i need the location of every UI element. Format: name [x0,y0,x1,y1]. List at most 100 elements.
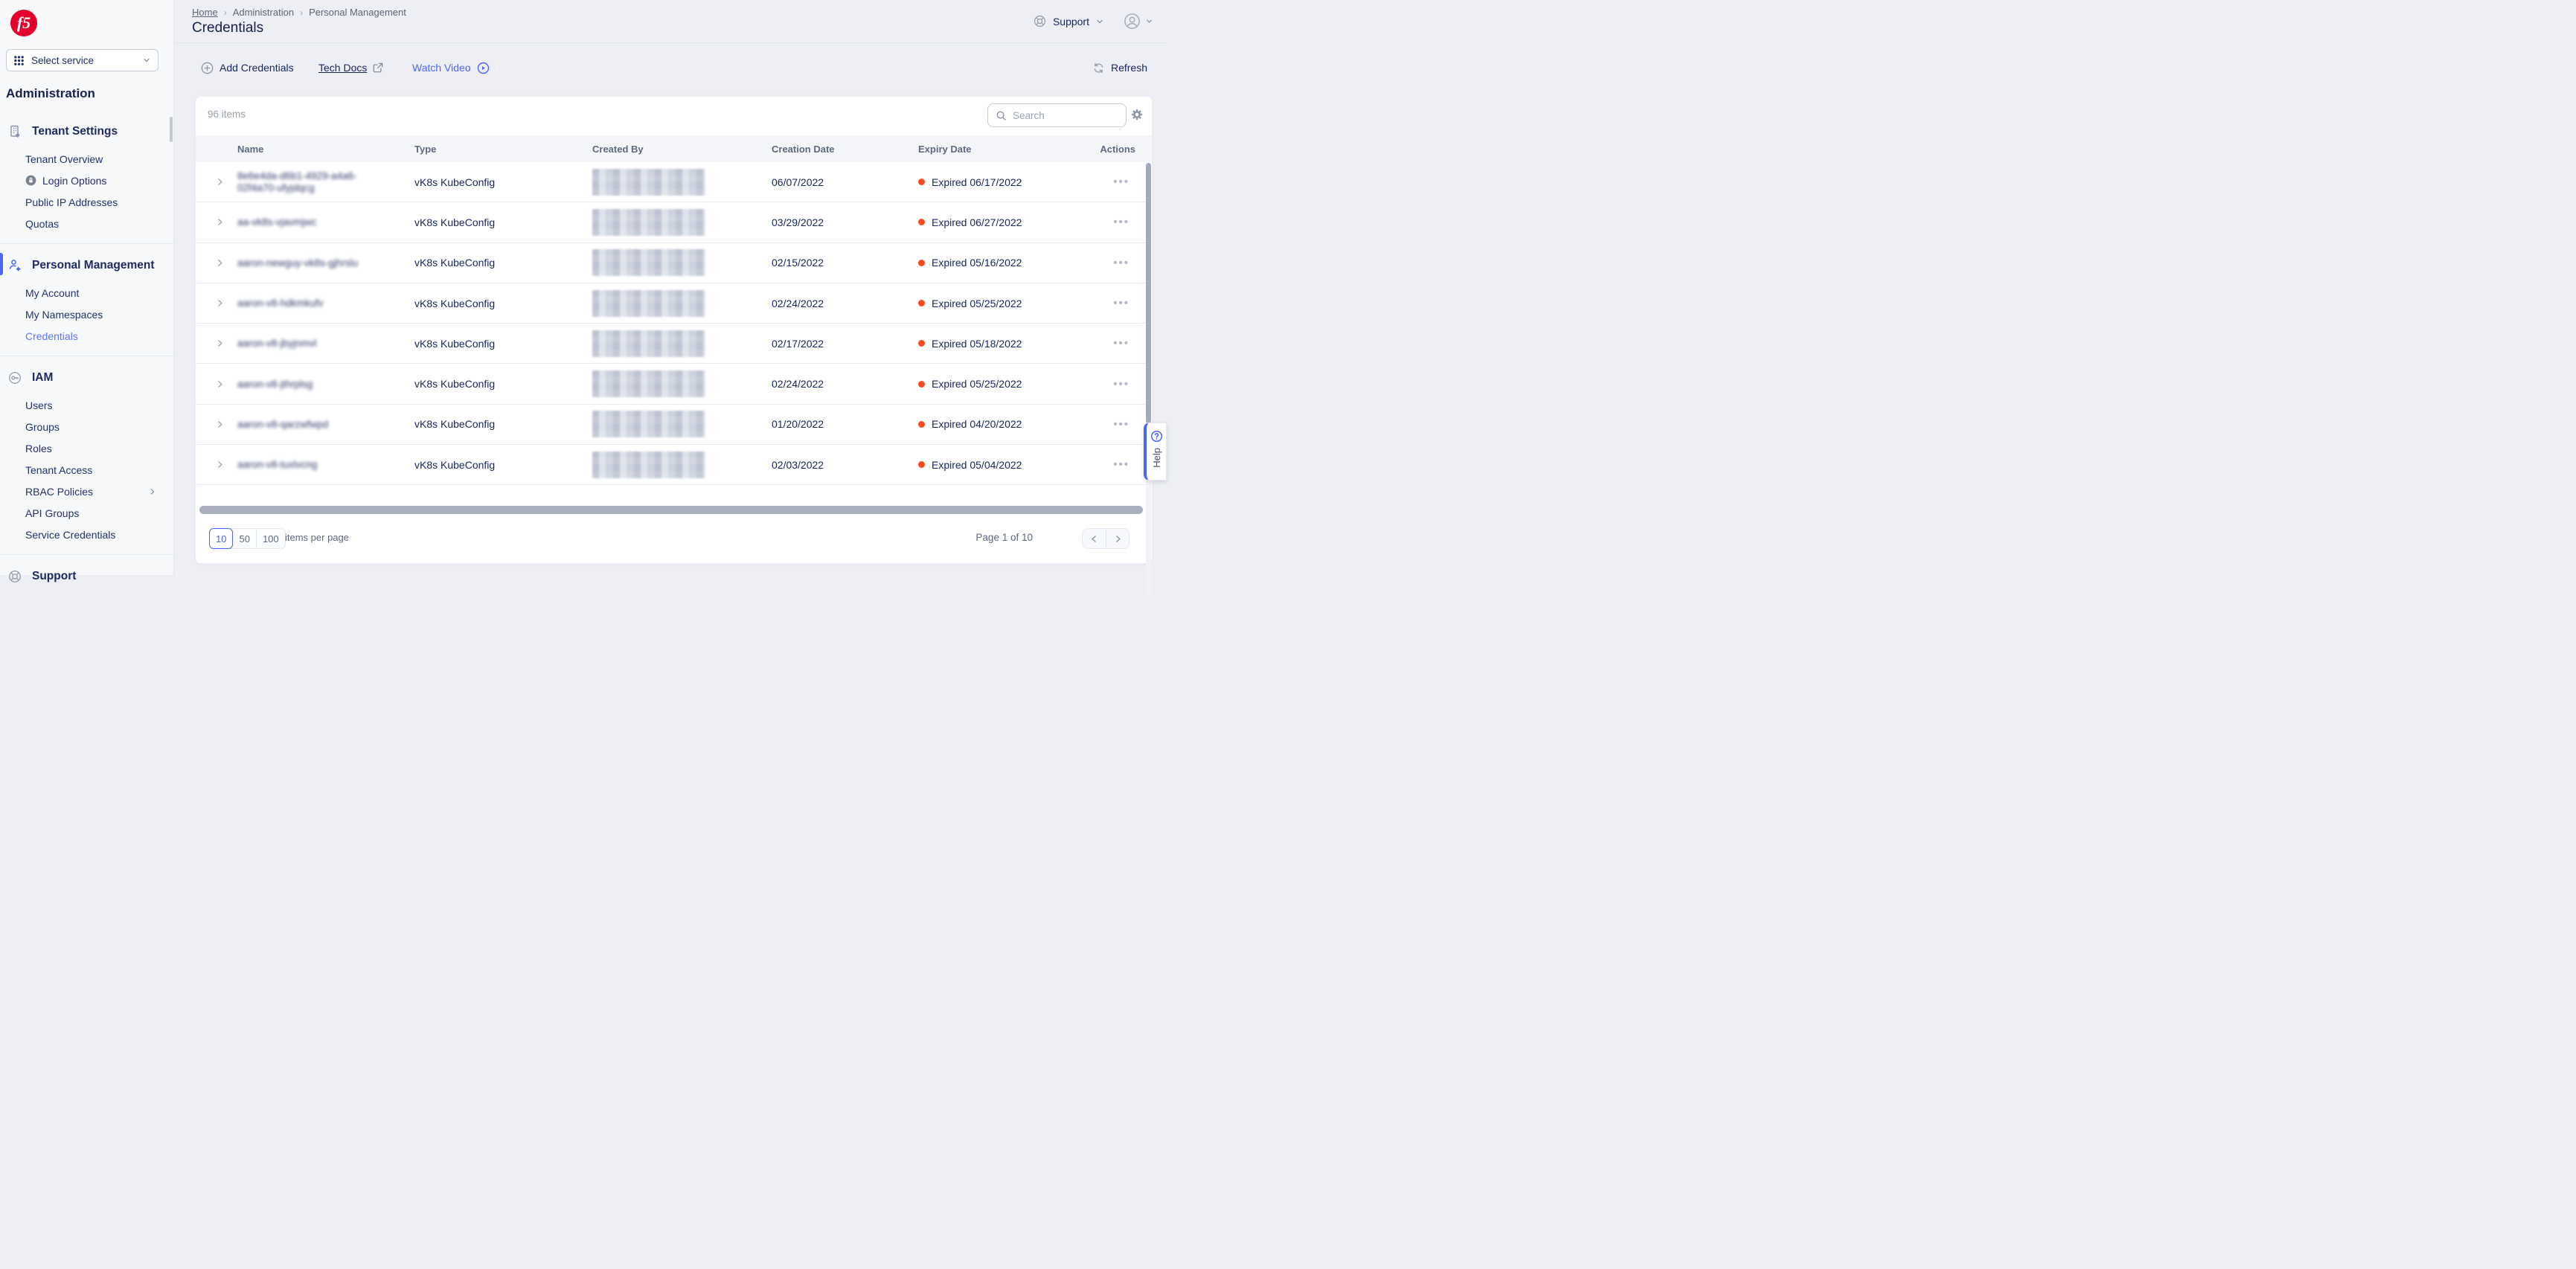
creation-date: 01/20/2022 [772,405,824,444]
sidebar-item-login-options[interactable]: Login Options [0,170,173,191]
credential-type: vK8s KubeConfig [414,162,495,202]
tech-docs-link[interactable]: Tech Docs [318,55,383,80]
sidebar-group-tenant-settings[interactable]: Tenant Settings [0,119,173,144]
page-size-selector: 10 50 100 [209,528,286,549]
gear-icon [1130,108,1144,121]
credentials-panel: 96 items Name Type Created By Creation D… [195,96,1153,564]
table-row: aaron-v8-qarzwfwpd vK8s KubeConfig 01/20… [196,405,1152,445]
expiry-status: Expired 05/25/2022 [918,283,1022,323]
row-actions-button[interactable]: ••• [1113,162,1130,202]
divider [174,42,1167,43]
row-actions-button[interactable]: ••• [1113,202,1130,242]
chevron-right-icon [1113,534,1123,544]
refresh-button[interactable]: Refresh [1092,55,1147,80]
sidebar-scrollbar[interactable] [170,117,173,142]
row-actions-button[interactable]: ••• [1113,324,1130,363]
sidebar-item-users[interactable]: Users [0,394,173,416]
sidebar-item-quotas[interactable]: Quotas [0,213,173,234]
chevron-left-icon [1089,534,1099,544]
sidebar-item-groups[interactable]: Groups [0,416,173,437]
row-expand-chevron-icon[interactable] [215,243,225,283]
divider [0,554,173,555]
watch-video-link[interactable]: Watch Video [412,55,490,80]
credential-type: vK8s KubeConfig [414,283,495,323]
breadcrumb-personal-management[interactable]: Personal Management [309,7,406,18]
refresh-label: Refresh [1111,62,1147,74]
credential-type: vK8s KubeConfig [414,364,495,403]
created-by-redacted [592,364,705,403]
sidebar-item-roles[interactable]: Roles [0,437,173,459]
chevron-down-icon [142,56,151,65]
credential-name: aaron-v8-hdkmkufv [237,283,394,323]
column-header-type[interactable]: Type [414,135,436,162]
sidebar-item-public-ip-addresses[interactable]: Public IP Addresses [0,191,173,213]
row-expand-chevron-icon[interactable] [215,202,225,242]
help-widget[interactable]: Help [1144,423,1167,481]
expiry-status: Expired 06/27/2022 [918,202,1022,242]
column-header-expiry-date[interactable]: Expiry Date [918,135,972,162]
row-actions-button[interactable]: ••• [1113,405,1130,444]
sidebar-item-my-namespaces[interactable]: My Namespaces [0,303,173,325]
sidebar-group-iam[interactable]: IAM [0,365,173,391]
page-size-50[interactable]: 50 [233,529,256,548]
search-input[interactable] [1013,110,1109,121]
chevron-right-icon: › [224,7,227,18]
created-by-redacted [592,283,705,323]
plus-circle-icon [201,62,214,74]
sidebar-item-tenant-access[interactable]: Tenant Access [0,459,173,481]
table-settings-button[interactable] [1130,108,1144,121]
sidebar-item-credentials[interactable]: Credentials [0,325,173,347]
column-header-name[interactable]: Name [237,135,263,162]
row-actions-button[interactable]: ••• [1113,283,1130,323]
credential-type: vK8s KubeConfig [414,445,495,484]
row-expand-chevron-icon[interactable] [215,324,225,363]
row-actions-button[interactable]: ••• [1113,243,1130,283]
lifebuoy-icon [7,569,22,584]
nav-label: Groups [25,421,60,433]
column-header-creation-date[interactable]: Creation Date [772,135,835,162]
created-by-redacted [592,202,705,242]
chevron-down-icon [1095,17,1104,26]
add-credentials-button[interactable]: Add Credentials [201,55,294,80]
row-expand-chevron-icon[interactable] [215,283,225,323]
sidebar-group-support[interactable]: Support [0,564,173,589]
watch-video-label: Watch Video [412,62,471,74]
expiry-status: Expired 04/20/2022 [918,405,1022,444]
column-header-created-by[interactable]: Created By [592,135,644,162]
row-expand-chevron-icon[interactable] [215,405,225,444]
sidebar-item-api-groups[interactable]: API Groups [0,502,173,524]
row-expand-chevron-icon[interactable] [215,162,225,202]
previous-page-button[interactable] [1083,529,1106,548]
sidebar-group-personal-management[interactable]: Personal Management [0,253,173,278]
breadcrumb-administration[interactable]: Administration [233,7,294,18]
nav-label: Tenant Access [25,464,92,476]
page-size-100[interactable]: 100 [257,529,285,548]
row-expand-chevron-icon[interactable] [215,364,225,403]
column-header-actions: Actions [1100,135,1135,162]
table-horizontal-scrollbar[interactable] [199,506,1143,514]
page-size-10[interactable]: 10 [209,528,233,549]
creation-date: 02/03/2022 [772,445,824,484]
row-actions-button[interactable]: ••• [1113,445,1130,484]
next-page-button[interactable] [1106,529,1129,548]
account-menu[interactable] [1124,13,1153,30]
created-by-redacted [592,445,705,484]
breadcrumb-home[interactable]: Home [192,7,218,18]
table-vertical-scrollbar-thumb[interactable] [1146,163,1151,423]
row-expand-chevron-icon[interactable] [215,445,225,484]
lock-badge-icon [25,175,36,186]
nav-label: Public IP Addresses [25,196,118,208]
divider [0,243,173,244]
sidebar-item-tenant-overview[interactable]: Tenant Overview [0,148,173,170]
row-actions-button[interactable]: ••• [1113,364,1130,403]
nav-label: My Account [25,287,79,299]
expired-dot [918,179,925,185]
pagination: 10 50 100 items per page Page 1 of 10 [196,528,1152,547]
chevron-right-icon: › [300,7,303,18]
add-credentials-label: Add Credentials [220,62,294,74]
service-selector[interactable]: Select service [6,49,158,71]
support-menu[interactable]: Support [1033,14,1104,28]
sidebar-item-my-account[interactable]: My Account [0,282,173,303]
sidebar-item-service-credentials[interactable]: Service Credentials [0,524,173,545]
sidebar-item-rbac-policies[interactable]: RBAC Policies [0,481,173,502]
